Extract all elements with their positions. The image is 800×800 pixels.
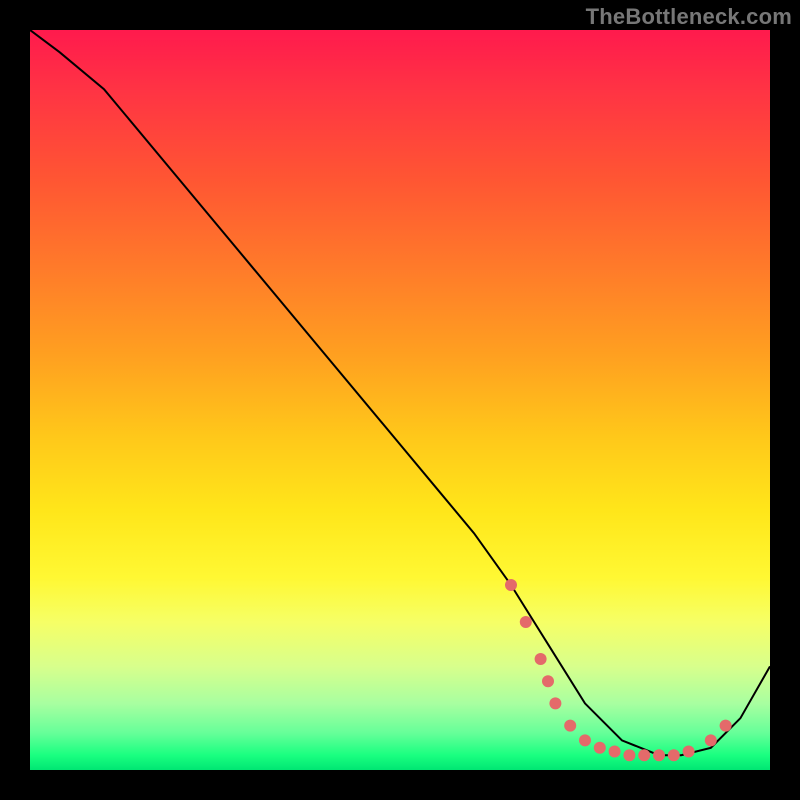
marker-point xyxy=(505,579,517,591)
marker-point xyxy=(564,720,576,732)
marker-point xyxy=(653,749,665,761)
marker-point xyxy=(683,746,695,758)
chart-svg xyxy=(30,30,770,770)
marker-point xyxy=(705,734,717,746)
curve-line xyxy=(30,30,770,755)
chart-frame: TheBottleneck.com xyxy=(0,0,800,800)
marker-point xyxy=(638,749,650,761)
marker-point xyxy=(609,746,621,758)
marker-point xyxy=(668,749,680,761)
marker-point xyxy=(549,697,561,709)
marker-point xyxy=(579,734,591,746)
plot-area xyxy=(30,30,770,770)
marker-point xyxy=(594,742,606,754)
marker-point xyxy=(542,675,554,687)
trough-markers xyxy=(505,579,732,761)
marker-point xyxy=(535,653,547,665)
attribution-text: TheBottleneck.com xyxy=(586,4,792,30)
marker-point xyxy=(520,616,532,628)
marker-point xyxy=(623,749,635,761)
marker-point xyxy=(720,720,732,732)
